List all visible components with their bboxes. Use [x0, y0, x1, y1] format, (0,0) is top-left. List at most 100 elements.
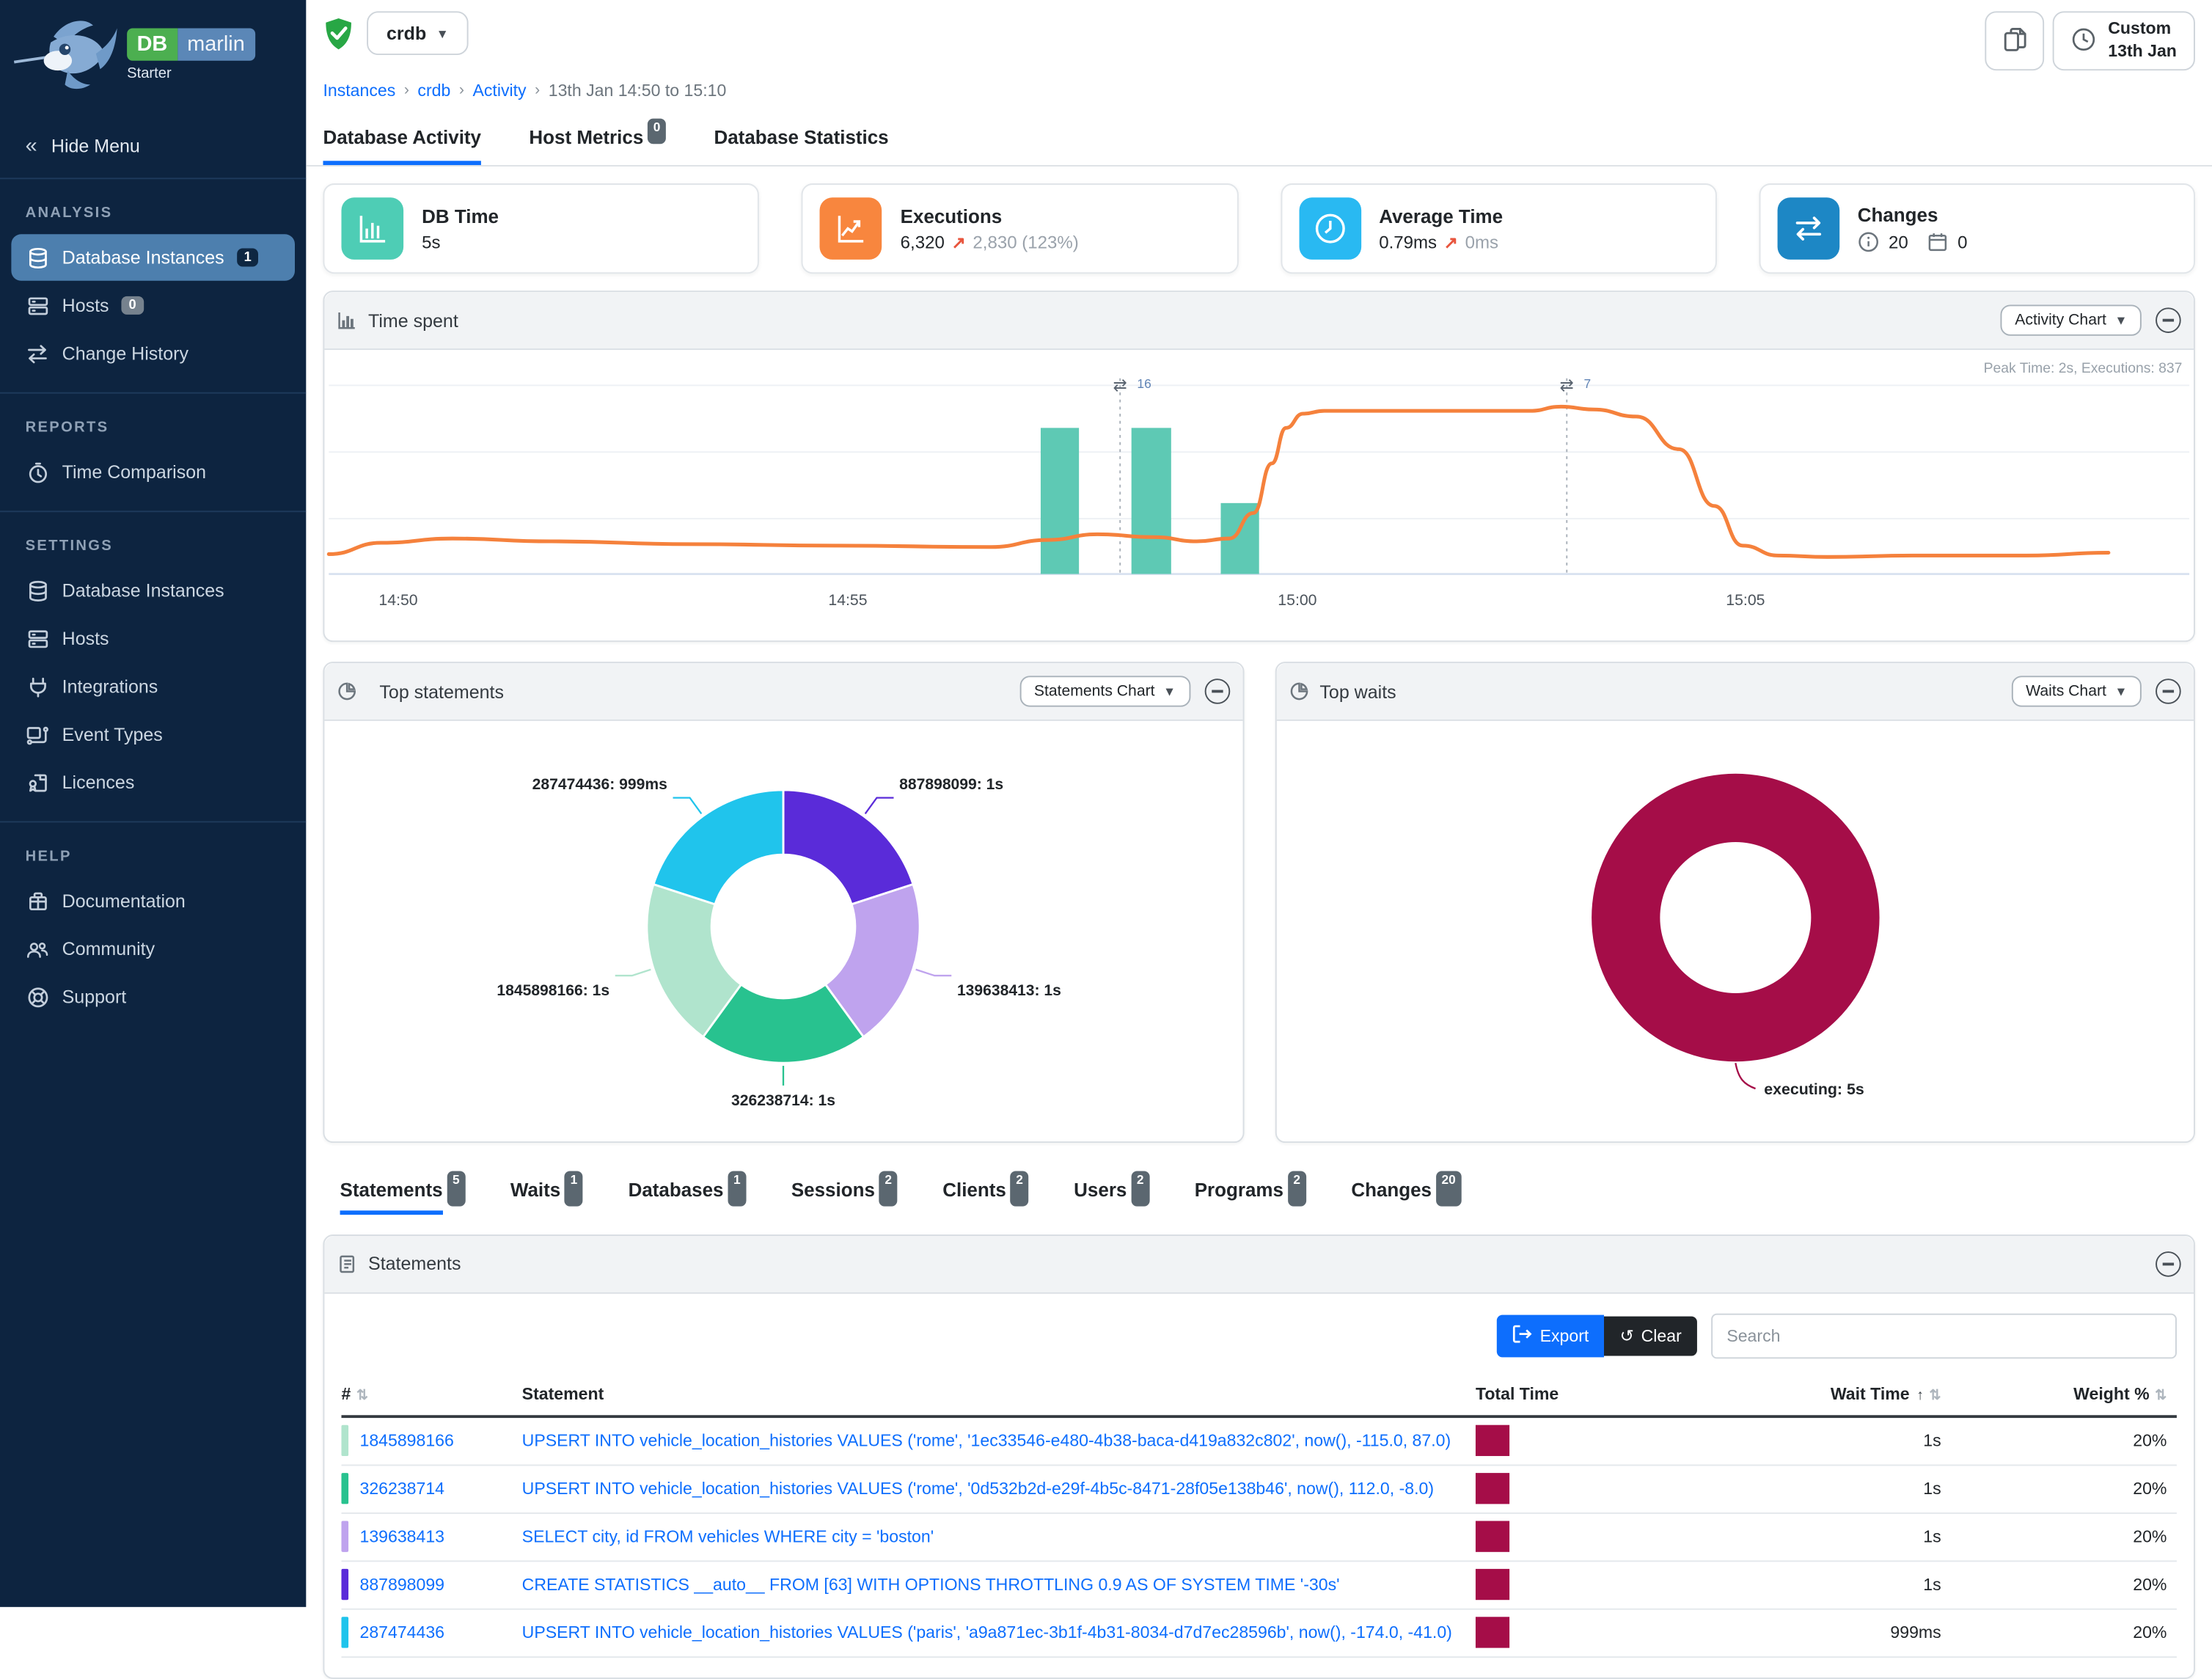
tab-database-activity[interactable]: Database Activity [323, 127, 481, 165]
clock-icon [1299, 197, 1361, 260]
tab-clients[interactable]: Clients2 [942, 1179, 1028, 1215]
statement-id-link[interactable]: 326238714 [359, 1479, 444, 1499]
svg-text:⇄: ⇄ [1560, 376, 1574, 395]
column-header-[interactable]: #⇅ [341, 1384, 521, 1404]
search-input[interactable] [1711, 1314, 2177, 1359]
instance-selector[interactable]: crdb ▼ [367, 11, 469, 55]
tab-databases[interactable]: Databases1 [629, 1179, 747, 1215]
tab-badge: 2 [879, 1171, 898, 1206]
metric-card-db-time[interactable]: DB Time 5s [323, 183, 759, 274]
statement-text-link[interactable]: UPSERT INTO vehicle_location_histories V… [522, 1479, 1456, 1499]
sidebar-item-label: Event Types [62, 724, 163, 745]
sidebar-item-support[interactable]: Support [11, 973, 295, 1020]
documentation-icon [26, 889, 50, 913]
sidebar-item-label: Time Comparison [62, 461, 206, 483]
collapse-panel-button[interactable] [1204, 678, 1230, 704]
tab-label: Statements [340, 1179, 443, 1215]
sidebar-item-change-history[interactable]: Change History [11, 330, 295, 376]
tab-label: Programs [1195, 1179, 1283, 1215]
column-header-statement[interactable]: Statement [522, 1384, 1476, 1404]
change-arrows-icon [1777, 197, 1839, 260]
statement-color-chip [341, 1617, 348, 1648]
breadcrumb-item[interactable]: crdb [417, 81, 450, 100]
breadcrumb-item: 13th Jan 14:50 to 15:10 [549, 81, 727, 100]
bar-chart-icon [337, 310, 357, 330]
sidebar-item-hosts[interactable]: Hosts [11, 615, 295, 662]
total-time-bar [1476, 1570, 1509, 1601]
chevron-down-icon: ▼ [2114, 313, 2127, 327]
column-header-totaltime[interactable]: Total Time [1476, 1384, 1688, 1404]
statement-text-link[interactable]: UPSERT INTO vehicle_location_histories V… [522, 1431, 1456, 1451]
wait-time-value: 1s [1687, 1431, 1941, 1451]
card-title: DB Time [422, 205, 499, 227]
export-button[interactable]: Export [1496, 1315, 1605, 1358]
statement-id-link[interactable]: 1845898166 [359, 1431, 453, 1451]
card-delta: 0ms [1465, 232, 1498, 252]
tab-statements[interactable]: Statements5 [340, 1179, 466, 1215]
tab-users[interactable]: Users2 [1074, 1179, 1149, 1215]
tab-host-metrics[interactable]: Host Metrics0 [529, 127, 666, 165]
statement-text-link[interactable]: CREATE STATISTICS __auto__ FROM [63] WIT… [522, 1575, 1456, 1595]
time-range-button[interactable]: Custom 13th Jan [2053, 11, 2195, 70]
tab-badge: 1 [565, 1171, 583, 1206]
statement-id-link[interactable]: 287474436 [359, 1623, 444, 1643]
clear-button[interactable]: ↺ Clear [1604, 1317, 1696, 1356]
marlin-logo-icon [11, 14, 121, 109]
statement-text-link[interactable]: SELECT city, id FROM vehicles WHERE city… [522, 1527, 1456, 1547]
column-header-weight[interactable]: Weight %⇅ [1941, 1384, 2167, 1404]
tab-changes[interactable]: Changes20 [1351, 1179, 1461, 1215]
sidebar-item-licences[interactable]: Licences [11, 759, 295, 805]
statement-id-link[interactable]: 887898099 [359, 1575, 444, 1595]
tab-label: Sessions [791, 1179, 875, 1215]
top-waits-donut[interactable]: executing: 5s [1276, 721, 2194, 1141]
table-row: 326238714 UPSERT INTO vehicle_location_hi… [341, 1466, 2176, 1513]
svg-text:⇄: ⇄ [1113, 376, 1127, 395]
sidebar-item-documentation[interactable]: Documentation [11, 877, 295, 923]
tab-badge: 0 [648, 119, 666, 145]
activity-chart-dropdown[interactable]: Activity Chart ▼ [2001, 304, 2142, 335]
sidebar-item-community[interactable]: Community [11, 926, 295, 972]
sidebar-item-database-instances[interactable]: Database Instances [11, 567, 295, 613]
tab-label: Changes [1351, 1179, 1432, 1215]
metric-card-executions[interactable]: Executions 6,320 ↗ 2,830 (123%) [802, 183, 1238, 274]
event-types-icon [26, 723, 50, 747]
collapse-panel-button[interactable] [2156, 678, 2181, 704]
tab-database-statistics[interactable]: Database Statistics [714, 127, 888, 165]
tab-programs[interactable]: Programs2 [1195, 1179, 1306, 1215]
breadcrumb-item[interactable]: Activity [472, 81, 526, 100]
metric-cards: DB Time 5s Executions 6,320 ↗ 2,830 (123… [306, 167, 2212, 279]
tab-waits[interactable]: Waits1 [510, 1179, 583, 1215]
time-spent-chart[interactable]: Peak Time: 2s, Executions: 837⇄16⇄714:50… [324, 350, 2194, 640]
statement-color-chip [341, 1570, 348, 1601]
tab-sessions[interactable]: Sessions2 [791, 1179, 898, 1215]
weight-value: 20% [1941, 1431, 2167, 1451]
sidebar-item-event-types[interactable]: Event Types [11, 711, 295, 757]
sidebar-item-hosts[interactable]: Hosts0 [11, 282, 295, 329]
svg-text:16: 16 [1137, 376, 1151, 391]
breadcrumb-separator: › [404, 82, 409, 99]
tab-badge: 2 [1131, 1171, 1149, 1206]
waits-chart-dropdown[interactable]: Waits Chart ▼ [2012, 676, 2142, 706]
collapse-panel-button[interactable] [2156, 307, 2181, 333]
top-statements-donut[interactable]: 887898099: 1s139638413: 1s326238714: 1s1… [324, 721, 1242, 1136]
collapse-panel-button[interactable] [2156, 1251, 2181, 1277]
sidebar-section-analysis: ANALYSISDatabase Instances1Hosts0Change … [0, 178, 306, 392]
wait-time-value: 1s [1687, 1479, 1941, 1499]
card-title: Executions [901, 205, 1079, 227]
svg-text:Peak Time: 2s, Executions: 837: Peak Time: 2s, Executions: 837 [1984, 361, 2183, 376]
metric-card-average-time[interactable]: Average Time 0.79ms ↗ 0ms [1281, 183, 1717, 274]
sidebar-item-integrations[interactable]: Integrations [11, 663, 295, 709]
column-header-waittime[interactable]: Wait Time↑⇅ [1687, 1384, 1941, 1404]
statement-text-link[interactable]: UPSERT INTO vehicle_location_histories V… [522, 1623, 1456, 1643]
time-range-mode: Custom [2108, 19, 2177, 41]
metric-card-changes[interactable]: Changes 20 0 [1759, 183, 2195, 274]
statements-chart-dropdown[interactable]: Statements Chart ▼ [1020, 676, 1190, 706]
statement-id-link[interactable]: 139638413 [359, 1527, 444, 1547]
sidebar-item-database-instances[interactable]: Database Instances1 [11, 234, 295, 280]
breadcrumb-item[interactable]: Instances [323, 81, 395, 100]
hide-menu-button[interactable]: « Hide Menu [0, 117, 306, 178]
copy-icon [2003, 26, 2027, 56]
copy-link-button[interactable] [1985, 11, 2045, 70]
sidebar-item-time-comparison[interactable]: Time Comparison [11, 449, 295, 495]
weight-value: 20% [1941, 1527, 2167, 1547]
